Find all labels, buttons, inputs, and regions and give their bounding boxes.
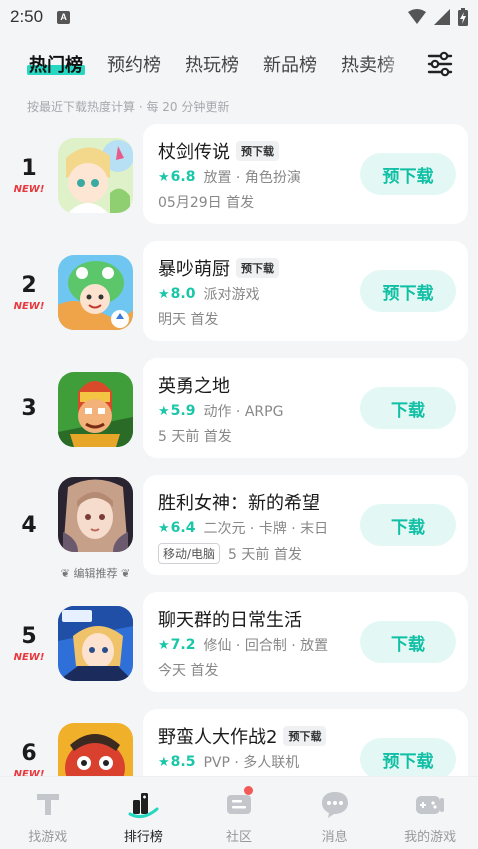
app-icon[interactable]: [58, 138, 133, 213]
rating-score: 5.9: [170, 403, 196, 419]
nav-label: 消息: [321, 830, 348, 845]
app-card[interactable]: 胜利女神：新的希望 ★ 6.4 二次元 · 卡牌 · 末日 移动/电脑 5 天前…: [143, 475, 468, 575]
star-icon: ★: [158, 169, 170, 185]
star-icon: ★: [158, 403, 170, 419]
tab-new[interactable]: 新品榜: [263, 51, 317, 77]
star-icon: ★: [158, 520, 170, 536]
rating-score: 6.8: [170, 169, 196, 185]
app-tags: 放置 · 角色扮演: [203, 170, 301, 186]
notification-app-icon: A: [57, 10, 71, 24]
pre-download-badge: 预下载: [236, 258, 279, 278]
star-icon: ★: [158, 637, 170, 653]
rank-number: 6: [21, 741, 37, 766]
app-tags: 派对游戏: [203, 287, 260, 303]
signal-icon: [434, 9, 450, 25]
rank-number: 4: [21, 513, 37, 538]
app-name: 聊天群的日常生活: [158, 610, 302, 631]
nav-message[interactable]: 消息: [287, 777, 382, 849]
tab-hot-play[interactable]: 热玩榜: [185, 51, 239, 77]
app-name: 暴吵萌厨: [158, 259, 230, 280]
app-name: 杖剑传说: [158, 142, 230, 163]
nav-label: 社区: [225, 830, 252, 845]
nav-ranking[interactable]: 排行榜: [96, 777, 191, 849]
app-card[interactable]: 杖剑传说 预下载 ★ 6.8 放置 · 角色扮演 05月29日 首发 预下载: [143, 124, 468, 224]
tab-hot[interactable]: 热门榜: [27, 51, 85, 77]
app-icon[interactable]: [58, 606, 133, 681]
list-item[interactable]: 1 NEW! 杖剑传说 预下载 ★ 6.8 放置 · 角色扮演 05月29日 首…: [0, 124, 478, 227]
app-card[interactable]: 英勇之地 ★ 5.9 动作 · ARPG 5 天前 首发 下载: [143, 358, 468, 458]
laurel-right-icon: ❦: [121, 567, 131, 580]
app-tags: 动作 · ARPG: [203, 404, 284, 420]
release-info: 今天 首发: [158, 663, 219, 679]
rank-number: 3: [21, 396, 37, 421]
download-button[interactable]: 下载: [360, 621, 456, 663]
filter-icon[interactable]: [426, 50, 454, 78]
status-time: 2:50: [10, 7, 44, 26]
star-icon: ★: [158, 286, 170, 302]
list-item[interactable]: 2 NEW! 暴吵萌厨 预下载 ★ 8.0 派对游戏 明天 首发 预下载: [0, 241, 478, 344]
new-badge: NEW!: [13, 652, 45, 663]
list-item[interactable]: 4 ❦ 编辑推荐 ❦ 胜利女神：新的希望 ★ 6.4 二次元 · 卡牌 · 末日…: [0, 475, 478, 581]
nav-my-games[interactable]: 我的游戏: [383, 777, 478, 849]
nav-label: 找游戏: [28, 830, 68, 845]
ranking-icon: [128, 793, 159, 819]
find-game-icon: [36, 794, 59, 815]
rank-number: 2: [21, 273, 37, 298]
app-icon[interactable]: [58, 372, 133, 447]
release-info: 明天 首发: [158, 312, 219, 328]
star-icon: ★: [158, 754, 170, 770]
status-indicators: [408, 8, 468, 26]
pre-download-badge: 预下载: [283, 726, 327, 746]
editor-recommend-tag: ❦ 编辑推荐 ❦: [58, 565, 133, 581]
pre-download-badge: 预下载: [236, 141, 279, 161]
app-icon[interactable]: [58, 255, 133, 330]
platform-tag: 移动/电脑: [158, 543, 221, 564]
list-item[interactable]: 3 英勇之地 ★ 5.9 动作 · ARPG 5 天前 首发 下载: [0, 358, 478, 461]
app-icon[interactable]: [58, 477, 133, 552]
rating-score: 7.2: [170, 637, 196, 653]
rank-number: 1: [21, 156, 37, 181]
rank-number: 5: [21, 624, 37, 649]
app-name: 野蛮人大作战2: [158, 727, 278, 748]
app-name: 胜利女神：新的希望: [158, 493, 320, 514]
download-button[interactable]: 下载: [360, 504, 456, 546]
my-games-icon: [416, 796, 445, 814]
pre-download-button[interactable]: 预下载: [360, 270, 456, 312]
pre-download-button[interactable]: 预下载: [360, 738, 456, 780]
nav-label: 我的游戏: [404, 830, 457, 845]
app-tags: 二次元 · 卡牌 · 末日: [203, 521, 329, 537]
new-badge: NEW!: [13, 184, 45, 195]
nav-label: 排行榜: [123, 830, 163, 845]
app-tags: PVP · 多人联机: [203, 755, 300, 771]
message-icon: [321, 792, 348, 818]
app-name: 英勇之地: [158, 376, 230, 397]
release-info: 5 天前 首发: [228, 546, 302, 563]
tab-reserve[interactable]: 预约榜: [107, 51, 161, 77]
battery-icon: [458, 8, 468, 26]
nav-find-game[interactable]: 找游戏: [0, 777, 95, 849]
rating-score: 6.4: [170, 520, 196, 536]
rating-score: 8.0: [170, 286, 196, 302]
bottom-nav: 找游戏 排行榜 社区 消息 我的游戏: [0, 776, 478, 849]
app-card[interactable]: 聊天群的日常生活 ★ 7.2 修仙 · 回合制 · 放置 今天 首发 下载: [143, 592, 468, 692]
release-info: 5 天前 首发: [158, 429, 232, 445]
new-badge: NEW!: [13, 301, 45, 312]
download-button[interactable]: 下载: [360, 387, 456, 429]
app-tags: 修仙 · 回合制 · 放置: [203, 638, 329, 654]
ranking-note: 按最近下载热度计算 · 每 20 分钟更新: [27, 100, 230, 114]
wifi-icon: [408, 9, 426, 24]
list-item[interactable]: 5 NEW! 聊天群的日常生活 ★ 7.2 修仙 · 回合制 · 放置 今天 首…: [0, 592, 478, 695]
rating-score: 8.5: [170, 754, 196, 770]
pre-download-button[interactable]: 预下载: [360, 153, 456, 195]
laurel-left-icon: ❦: [60, 567, 70, 580]
tab-fade: [378, 44, 418, 84]
app-card[interactable]: 暴吵萌厨 预下载 ★ 8.0 派对游戏 明天 首发 预下载: [143, 241, 468, 341]
editor-recommend-label: 编辑推荐: [73, 567, 118, 580]
release-info: 05月29日 首发: [158, 195, 255, 211]
status-bar: 2:50 A: [0, 0, 478, 34]
nav-community[interactable]: 社区: [191, 777, 286, 849]
